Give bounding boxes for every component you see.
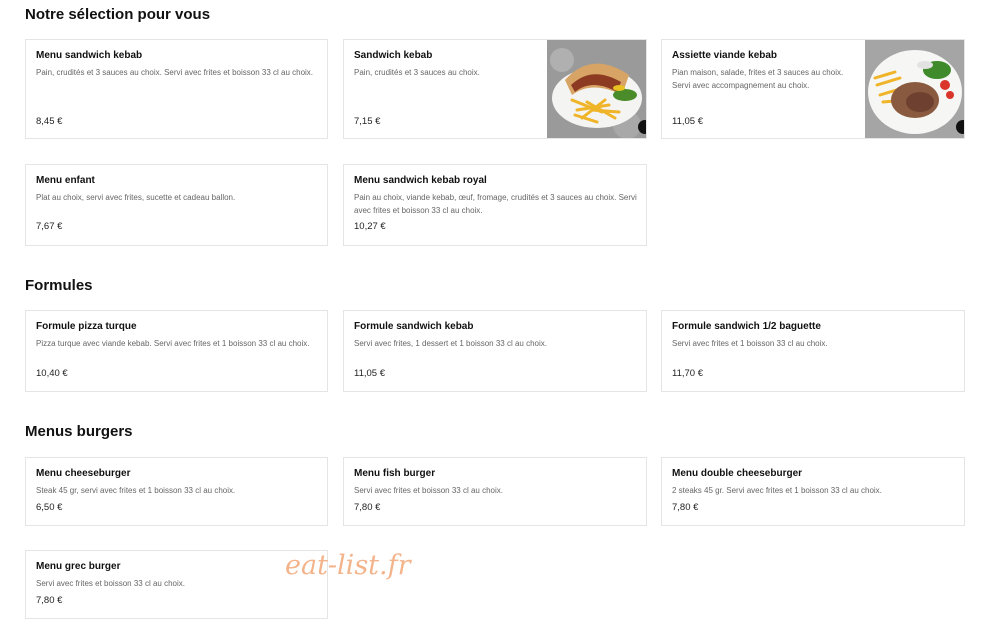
item-name: Menu fish burger (354, 468, 436, 479)
menu-item-card[interactable]: Menu grec burger Servi avec frites et bo… (25, 550, 328, 619)
item-price: 10,27 € (354, 221, 386, 232)
item-name: Menu sandwich kebab royal (354, 175, 487, 186)
item-description: Plat au choix, servi avec frites, sucett… (36, 193, 236, 202)
item-description: Pian maison, salade, frites et 3 sauces … (672, 68, 844, 90)
item-description: Steak 45 gr, servi avec frites et 1 bois… (36, 486, 236, 495)
item-description: Servi avec frites et 1 boisson 33 cl au … (672, 339, 828, 348)
item-name: Formule sandwich 1/2 baguette (672, 321, 821, 332)
item-name: Assiette viande kebab (672, 50, 778, 61)
item-name: Menu cheeseburger (36, 468, 131, 479)
item-name: Menu grec burger (36, 561, 121, 572)
item-description: Pain, crudités et 3 sauces au choix. Ser… (36, 68, 314, 77)
item-price: 7,67 € (36, 221, 63, 232)
item-description: Pain au choix, viande kebab, œuf, fromag… (354, 193, 637, 215)
item-price: 8,45 € (36, 116, 63, 127)
menu-item-card[interactable]: Menu cheeseburger Steak 45 gr, servi ave… (25, 457, 328, 526)
section-title-burgers: Menus burgers (25, 423, 133, 440)
kebab-sandwich-photo (547, 40, 646, 138)
item-description: Pain, crudités et 3 sauces au choix. (354, 68, 480, 77)
menu-item-card[interactable]: Menu sandwich kebab Pain, crudités et 3 … (25, 39, 328, 139)
item-price: 10,40 € (36, 368, 68, 379)
add-item-icon[interactable] (638, 120, 646, 134)
menu-item-card[interactable]: Sandwich kebab Pain, crudités et 3 sauce… (343, 39, 647, 139)
item-name: Menu enfant (36, 175, 95, 186)
item-name: Formule pizza turque (36, 321, 137, 332)
add-item-icon[interactable] (956, 120, 964, 134)
menu-item-card[interactable]: Assiette viande kebab Pian maison, salad… (661, 39, 965, 139)
item-description: Servi avec frites et boisson 33 cl au ch… (36, 579, 185, 588)
item-description: Servi avec frites et boisson 33 cl au ch… (354, 486, 503, 495)
item-name: Menu sandwich kebab (36, 50, 143, 61)
item-price: 7,15 € (354, 116, 381, 127)
item-name: Sandwich kebab (354, 50, 433, 61)
watermark: eat-list.fr (285, 550, 411, 581)
section-title-selection: Notre sélection pour vous (25, 6, 211, 23)
item-price: 6,50 € (36, 502, 63, 513)
menu-item-card[interactable]: Menu fish burger Servi avec frites et bo… (343, 457, 647, 526)
item-price: 11,70 € (672, 368, 703, 379)
item-price: 7,80 € (354, 502, 381, 513)
menu-item-card[interactable]: Formule sandwich 1/2 baguette Servi avec… (661, 310, 965, 392)
item-price: 11,05 € (354, 368, 385, 379)
item-price: 7,80 € (36, 595, 63, 606)
section-title-formules: Formules (25, 277, 93, 294)
item-description: 2 steaks 45 gr. Servi avec frites et 1 b… (672, 486, 882, 495)
kebab-plate-photo (865, 40, 964, 138)
item-name: Menu double cheeseburger (672, 468, 803, 479)
menu-item-card[interactable]: Menu enfant Plat au choix, servi avec fr… (25, 164, 328, 246)
item-description: Servi avec frites, 1 dessert et 1 boisso… (354, 339, 547, 348)
item-price: 11,05 € (672, 116, 703, 127)
item-name: Formule sandwich kebab (354, 321, 474, 332)
item-description: Pizza turque avec viande kebab. Servi av… (36, 339, 310, 348)
menu-item-card[interactable]: Formule sandwich kebab Servi avec frites… (343, 310, 647, 392)
item-price: 7,80 € (672, 502, 699, 513)
menu-item-card[interactable]: Formule pizza turque Pizza turque avec v… (25, 310, 328, 392)
menu-item-card[interactable]: Menu sandwich kebab royal Pain au choix,… (343, 164, 647, 246)
menu-item-card[interactable]: Menu double cheeseburger 2 steaks 45 gr.… (661, 457, 965, 526)
